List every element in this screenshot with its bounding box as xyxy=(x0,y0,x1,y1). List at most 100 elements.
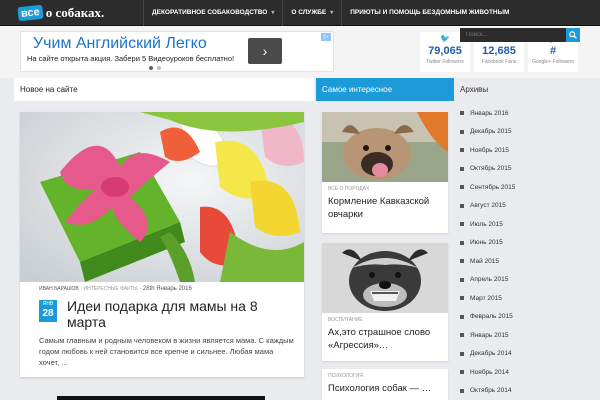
archive-link-label: Июнь 2015 xyxy=(470,239,503,247)
archive-link[interactable]: Январь 2015 xyxy=(454,326,600,345)
bullet-icon xyxy=(460,351,464,356)
nav-item-decorative-dogs[interactable]: ДЕКОРАТИВНОЕ СОБАКОВОДСТВО ▾ xyxy=(143,0,282,26)
archive-link-label: Май 2015 xyxy=(470,257,499,265)
nav-item-about-service[interactable]: О СЛУЖБЕ ▾ xyxy=(282,0,341,26)
post-thumbnail[interactable] xyxy=(322,112,448,182)
bullet-icon xyxy=(460,259,464,264)
archive-link[interactable]: Июль 2015 xyxy=(454,215,600,234)
ad-arrow-button[interactable]: › xyxy=(248,38,282,64)
ad-title[interactable]: Учим Английский Легко xyxy=(33,35,207,53)
nav-item-label: ДЕКОРАТИВНОЕ СОБАКОВОДСТВО xyxy=(152,9,268,16)
featured-post-image[interactable] xyxy=(20,112,304,282)
ad-banner[interactable]: Учим Английский Легко На сайте открыта а… xyxy=(20,31,334,72)
section-title-interesting: Самое интересное xyxy=(316,78,454,101)
archive-link[interactable]: Май 2015 xyxy=(454,252,600,271)
chevron-down-icon: ▾ xyxy=(330,10,334,16)
archive-link[interactable]: Март 2015 xyxy=(454,289,600,308)
bullet-icon xyxy=(460,240,464,245)
carousel-dot[interactable] xyxy=(149,66,153,70)
section-title-archive: Архивы xyxy=(454,78,600,101)
post-title[interactable]: Кормление Кавказской овчарки xyxy=(322,192,448,221)
logo-badge: все xyxy=(17,4,44,22)
ad-subtitle: На сайте открыта акция. Забери 5 Видеоур… xyxy=(27,54,235,63)
bullet-icon xyxy=(460,333,464,338)
nav-item-label: О СЛУЖБЕ xyxy=(291,9,327,16)
ad-carousel-dots xyxy=(149,66,161,70)
archive-link-label: Ноябрь 2014 xyxy=(470,368,509,376)
twitter-count: 79,065 xyxy=(428,45,462,57)
chevron-down-icon: ▾ xyxy=(271,10,275,16)
post-category[interactable]: ПСИХОЛОГИЯ xyxy=(322,369,448,379)
post-category[interactable]: ИНТЕРЕСНЫЕ ФАКТЫ xyxy=(83,286,137,292)
bullet-icon xyxy=(460,370,464,375)
search-input[interactable] xyxy=(460,28,566,42)
post-meta: ИВАН БАРАШОВ · ИНТЕРЕСНЫЕ ФАКТЫ · 28th Я… xyxy=(39,286,192,292)
interesting-post-card: ВОСПИТАНИЕ Ах,это страшное слово «Агресс… xyxy=(322,243,448,361)
bullet-icon xyxy=(460,111,464,116)
twitter-label: Twitter Followers xyxy=(426,59,464,65)
archive-link-label: Декабрь 2015 xyxy=(470,128,512,136)
ad-info-icon[interactable]: ▷ xyxy=(321,33,331,41)
archive-link-label: Октябрь 2014 xyxy=(470,387,512,395)
archive-link-label: Ноябрь 2015 xyxy=(470,146,509,154)
bullet-icon xyxy=(460,129,464,134)
archive-link[interactable]: Август 2015 xyxy=(454,197,600,216)
archive-link-label: Январь 2015 xyxy=(470,331,509,339)
post-thumbnail[interactable] xyxy=(322,243,448,313)
archive-link[interactable]: Февраль 2015 xyxy=(454,308,600,327)
featured-post-excerpt: Самым главным и родным человеком в жизни… xyxy=(39,336,294,367)
archive-link[interactable]: Ноябрь 2014 xyxy=(454,363,600,382)
site-logo[interactable]: все о собаках. xyxy=(17,2,105,24)
bullet-icon xyxy=(460,314,464,319)
bullet-icon xyxy=(460,388,464,393)
googleplus-count: # xyxy=(549,45,557,57)
bullet-icon xyxy=(460,203,464,208)
archive-list: Январь 2016 Декабрь 2015 Ноябрь 2015 Октябр… xyxy=(454,104,600,400)
archive-link[interactable]: Октябрь 2015 xyxy=(454,160,600,179)
nav-item-label: ПРИЮТЫ И ПОМОЩЬ БЕЗДОМНЫМ ЖИВОТНЫМ xyxy=(350,9,510,16)
facebook-count: 12,685 xyxy=(482,45,516,57)
nav-item-shelters[interactable]: ПРИЮТЫ И ПОМОЩЬ БЕЗДОМНЫМ ЖИВОТНЫМ xyxy=(341,0,517,26)
date-badge: ЯНВ 28 xyxy=(39,300,57,322)
archive-link[interactable]: Сентябрь 2015 xyxy=(454,178,600,197)
archive-link-label: Июль 2015 xyxy=(470,220,503,228)
post-title[interactable]: Психология собак — … xyxy=(322,379,448,395)
bullet-icon xyxy=(460,277,464,282)
archive-link-label: Март 2015 xyxy=(470,294,502,302)
carousel-dot[interactable] xyxy=(157,66,161,70)
bullet-icon xyxy=(460,148,464,153)
search-icon[interactable] xyxy=(566,28,580,42)
archive-link[interactable]: Ноябрь 2015 xyxy=(454,141,600,160)
post-category[interactable]: ВОСПИТАНИЕ xyxy=(322,313,448,323)
post-date: 28th Январь 2016 xyxy=(142,286,192,292)
bullet-icon xyxy=(460,222,464,227)
archive-link[interactable]: Декабрь 2015 xyxy=(454,123,600,142)
archive-link[interactable]: Декабрь 2014 xyxy=(454,345,600,364)
search-box xyxy=(460,28,580,42)
date-badge-day: 28 xyxy=(42,308,54,319)
archive-link[interactable]: Июнь 2015 xyxy=(454,234,600,253)
post-author[interactable]: ИВАН БАРАШОВ xyxy=(39,286,79,292)
archive-link[interactable]: Январь 2016 xyxy=(454,104,600,123)
featured-post-title[interactable]: Идеи подарка для мамы на 8 марта xyxy=(67,298,292,330)
interesting-post-card: ПСИХОЛОГИЯ Психология собак — … xyxy=(322,369,448,400)
archive-link-label: Сентябрь 2015 xyxy=(470,183,516,191)
bullet-icon xyxy=(460,296,464,301)
archive-link[interactable]: Октябрь 2014 xyxy=(454,382,600,400)
facebook-label: Facebook Fans xyxy=(481,59,517,65)
bullet-icon xyxy=(460,185,464,190)
archive-link-label: Декабрь 2014 xyxy=(470,350,512,358)
archive-link-label: Апрель 2015 xyxy=(470,276,509,284)
googleplus-label: Google+ Followers xyxy=(532,59,574,65)
bullet-icon xyxy=(460,166,464,171)
archive-link-label: Октябрь 2015 xyxy=(470,165,512,173)
archive-link-label: Февраль 2015 xyxy=(470,313,513,321)
archive-link-label: Январь 2016 xyxy=(470,109,509,117)
post-title[interactable]: Ах,это страшное слово «Агрессия»… xyxy=(322,323,448,352)
main-menu: ДЕКОРАТИВНОЕ СОБАКОВОДСТВО ▾ О СЛУЖБЕ ▾ … xyxy=(143,0,517,26)
archive-link-label: Август 2015 xyxy=(470,202,506,210)
archive-link[interactable]: Апрель 2015 xyxy=(454,271,600,290)
post-category[interactable]: ВСЕ О ПОРОДАХ xyxy=(322,182,448,192)
section-title-new: Новое на сайте xyxy=(14,78,314,101)
logo-text: о собаках. xyxy=(45,5,105,20)
